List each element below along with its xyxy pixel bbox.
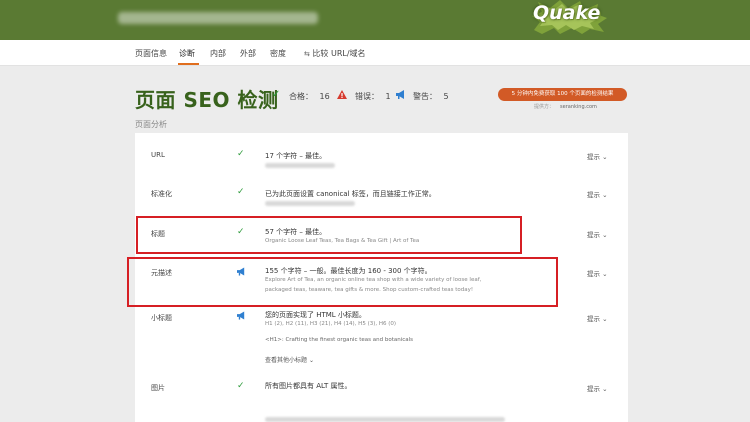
promo-button[interactable]: 5 分钟内免费获取 100 个页面的检测结果 — [498, 88, 627, 101]
hint-toggle-url[interactable]: 提示 ⌄ — [587, 151, 608, 161]
hint-label: 提示 — [587, 270, 600, 278]
section-label: 页面分析 — [135, 120, 167, 129]
powered-by-label: 提供方： — [534, 104, 555, 110]
chevron-down-icon: ⌄ — [602, 315, 608, 323]
tab-diagnostics[interactable]: 诊断 — [179, 48, 195, 59]
check-icon: ✓ — [237, 381, 245, 391]
tab-compare-url[interactable]: ⇆ 比较 URL/域名 — [304, 48, 366, 59]
error-summary: 错误： 1 — [355, 91, 391, 102]
row-label-images: 图片 — [151, 384, 165, 392]
chevron-down-icon: ⌄ — [602, 153, 608, 161]
hint-toggle-images[interactable]: 提示 ⌄ — [587, 383, 608, 393]
chevron-down-icon: ⌄ — [602, 231, 608, 239]
pass-summary-count: 16 — [319, 92, 330, 101]
highlight-box-title — [136, 216, 522, 254]
tab-compare-url-label: 比较 URL/域名 — [312, 49, 366, 58]
highlight-box-meta-description — [127, 257, 558, 307]
row-main-headings: 您的页面实现了 HTML 小标题。 — [265, 311, 366, 319]
pass-summary: 合格： 16 — [289, 91, 330, 102]
row-main-canonical: 已为此页面设置 canonical 标签，而且链接工作正常。 — [265, 190, 436, 198]
tab-page-info[interactable]: 页面信息 — [135, 48, 167, 59]
page-title: 页面 SEO 检测 — [135, 88, 279, 112]
hint-label: 提示 — [587, 315, 600, 323]
tab-density[interactable]: 密度 — [270, 48, 286, 59]
row-label-canonical: 标准化 — [151, 190, 172, 198]
hint-label: 提示 — [587, 153, 600, 161]
chevron-down-icon: ⌄ — [602, 385, 608, 393]
row-main-url: 17 个字符 – 最佳。 — [265, 152, 327, 160]
row-label-url: URL — [151, 151, 165, 159]
more-headings-label: 查看其他小标题 — [265, 357, 308, 364]
chevron-down-icon: ⌄ — [308, 357, 314, 364]
pass-summary-label: 合格： — [289, 92, 313, 101]
blurred-url — [118, 12, 318, 24]
hint-label: 提示 — [587, 231, 600, 239]
powered-by: 提供方： seranking.com — [534, 103, 597, 110]
check-icon: ✓ — [272, 89, 281, 100]
error-summary-count: 1 — [385, 92, 391, 101]
error-summary-label: 错误： — [355, 92, 379, 101]
more-headings-link[interactable]: 查看其他小标题 ⌄ — [265, 355, 314, 364]
row-label-headings: 小标题 — [151, 314, 172, 322]
warning-summary-count: 5 — [443, 92, 449, 101]
tab-bar: 页面信息 诊断 内部 外部 密度 ⇆ 比较 URL/域名 — [0, 40, 750, 66]
tab-external[interactable]: 外部 — [240, 48, 256, 59]
row-sub2-headings: <H1>: Crafting the finest organic teas a… — [265, 337, 414, 343]
chevron-down-icon: ⌄ — [602, 191, 608, 199]
tab-internal[interactable]: 内部 — [210, 48, 226, 59]
row-sub-headings: H1 (2), H2 (11), H3 (21), H4 (14), H5 (3… — [265, 321, 397, 327]
chevron-down-icon: ⌄ — [602, 270, 608, 278]
megaphone-icon — [237, 311, 245, 320]
logo-text[interactable]: Quake — [533, 2, 600, 24]
hint-toggle-title[interactable]: 提示 ⌄ — [587, 229, 608, 239]
megaphone-icon — [396, 90, 404, 99]
row-main-images: 所有图片都具有 ALT 属性。 — [265, 382, 352, 390]
hint-toggle-headings[interactable]: 提示 ⌄ — [587, 313, 608, 323]
powered-by-link[interactable]: seranking.com — [560, 104, 597, 110]
top-bar: Quake — [0, 0, 750, 40]
cut-off-row — [265, 417, 505, 422]
error-triangle-icon — [337, 90, 347, 99]
blurred-url-value — [265, 163, 335, 168]
blurred-canonical-value — [265, 201, 355, 206]
hint-toggle-canonical[interactable]: 提示 ⌄ — [587, 189, 608, 199]
hint-label: 提示 — [587, 191, 600, 199]
hint-label: 提示 — [587, 385, 600, 393]
check-icon: ✓ — [237, 149, 245, 159]
warning-summary-label: 警告： — [413, 92, 437, 101]
check-icon: ✓ — [237, 187, 245, 197]
hint-toggle-meta-description[interactable]: 提示 ⌄ — [587, 268, 608, 278]
compare-icon: ⇆ — [304, 50, 310, 58]
warning-summary: 警告： 5 — [413, 91, 449, 102]
active-tab-underline — [178, 63, 199, 65]
